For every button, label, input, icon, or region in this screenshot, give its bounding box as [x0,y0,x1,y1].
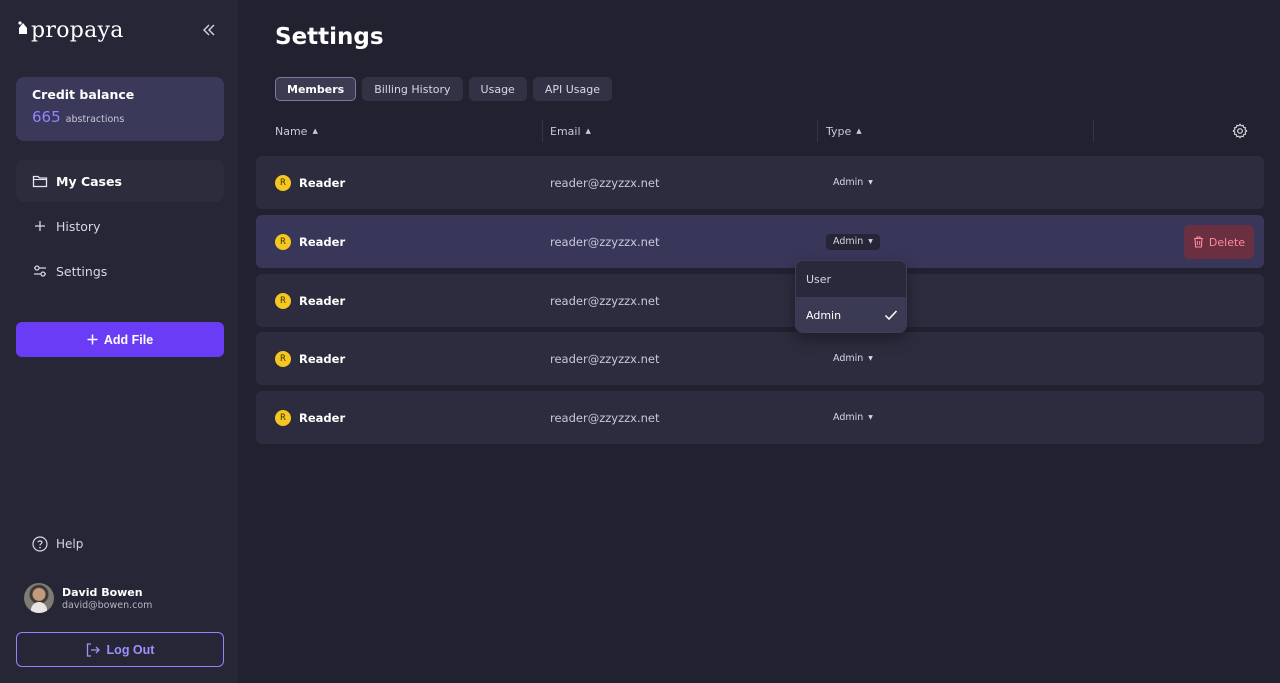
add-file-button[interactable]: Add File [16,322,224,357]
table-row[interactable]: R Reader reader@zzyzzx.net Admin ▼ [256,391,1264,444]
user-name: David Bowen [62,585,143,599]
sidebar-item-settings[interactable]: Settings [16,250,224,292]
table-row[interactable]: R Reader reader@zzyzzx.net Admin ▼ Delete [256,215,1264,268]
member-email: reader@zzyzzx.net [550,293,660,308]
type-select-value: Admin [833,236,864,247]
sidebar: propaya Credit balance 665 abstractions … [0,0,238,683]
app-root: propaya Credit balance 665 abstractions … [0,0,1280,683]
type-dropdown-menu: User Admin [795,260,907,333]
column-header-label: Email [550,124,581,138]
caret-down-icon: ▼ [868,179,873,186]
sort-arrow-icon: ▲ [856,127,862,135]
tab-billing-history[interactable]: Billing History [362,77,463,101]
tab-usage[interactable]: Usage [468,77,527,101]
delete-member-button[interactable]: Delete [1184,225,1254,259]
credit-balance-card: Credit balance 665 abstractions [16,77,224,141]
help-link[interactable]: Help [32,535,83,553]
sidebar-item-history[interactable]: History [16,205,224,247]
checkmark-icon [884,310,898,321]
type-select[interactable]: Admin ▼ [826,351,880,367]
logout-icon [86,642,100,657]
type-select[interactable]: Admin ▼ [826,410,880,426]
table-header: Name ▲ Email ▲ Type ▲ [256,118,1264,144]
dropdown-option-label: User [806,272,832,286]
type-select-value: Admin [833,412,864,423]
add-file-label: Add File [103,332,154,347]
table-row[interactable]: R Reader reader@zzyzzx.net [256,274,1264,327]
column-header-label: Type [826,124,852,138]
column-header-label: Name [275,124,308,138]
table-row[interactable]: R Reader reader@zzyzzx.net Admin ▼ [256,156,1264,209]
sliders-icon [32,263,48,279]
dropdown-option-label: Admin [806,308,842,322]
logo-mark-icon [18,21,27,34]
member-email: reader@zzyzzx.net [550,175,660,190]
plus-icon [32,218,48,234]
type-select[interactable]: Admin ▼ [826,233,880,250]
member-email: reader@zzyzzx.net [550,351,660,366]
caret-down-icon: ▼ [868,414,873,421]
logout-label: Log Out [106,642,155,657]
trash-icon [1193,236,1203,248]
column-divider [817,120,818,142]
sort-arrow-icon: ▲ [585,127,591,135]
avatar-initial-badge: R [275,233,291,250]
dropdown-option-user[interactable]: User [796,261,906,297]
caret-down-icon: ▼ [868,355,873,362]
member-name: Reader [299,293,346,308]
table-row[interactable]: R Reader reader@zzyzzx.net Admin ▼ [256,332,1264,385]
member-name: Reader [299,175,346,190]
user-profile[interactable]: David Bowen david@bowen.com [24,582,152,614]
type-select[interactable]: Admin ▼ [826,175,880,191]
credit-balance-value: 665 [32,108,61,126]
logo[interactable]: propaya [16,16,124,44]
sidebar-item-label: History [56,218,101,234]
column-header-name[interactable]: Name ▲ [275,118,318,144]
dropdown-option-admin[interactable]: Admin [796,297,906,332]
help-label: Help [56,537,84,551]
member-email: reader@zzyzzx.net [550,234,660,249]
logout-button[interactable]: Log Out [16,632,224,667]
tab-members[interactable]: Members [275,77,357,101]
column-header-type[interactable]: Type ▲ [826,118,862,144]
table-settings-button[interactable] [1231,122,1249,140]
help-circle-icon [32,536,48,552]
avatar-initial-badge: R [275,292,291,309]
folder-icon [32,173,48,189]
member-name: Reader [299,410,346,425]
type-select-value: Admin [833,353,864,364]
collapse-sidebar-button[interactable] [198,20,220,40]
sort-arrow-icon: ▲ [312,127,318,135]
plus-icon [87,334,98,345]
avatar-initial-badge: R [275,409,291,426]
avatar-initial-badge: R [275,174,291,191]
double-chevron-left-icon [203,24,215,36]
avatar [24,583,54,613]
user-email: david@bowen.com [62,599,153,611]
logo-text: propaya [31,17,124,43]
gear-icon [1232,123,1248,139]
column-header-email[interactable]: Email ▲ [550,118,591,144]
avatar-initial-badge: R [275,350,291,367]
type-select-value: Admin [833,177,864,188]
member-name: Reader [299,351,346,366]
sidebar-item-label: My Cases [56,173,122,189]
column-divider [1093,120,1094,142]
tab-api-usage[interactable]: API Usage [532,77,612,101]
member-name: Reader [299,234,346,249]
credit-balance-title: Credit balance [32,87,135,102]
delete-label: Delete [1208,235,1246,249]
settings-tabs: Members Billing History Usage API Usage [275,77,618,101]
credit-balance-unit: abstractions [65,114,125,125]
page-title: Settings [275,24,384,50]
member-email: reader@zzyzzx.net [550,410,660,425]
sidebar-item-my-cases[interactable]: My Cases [16,160,224,202]
caret-down-icon: ▼ [868,238,873,245]
column-divider [542,120,543,142]
sidebar-item-label: Settings [56,263,108,279]
